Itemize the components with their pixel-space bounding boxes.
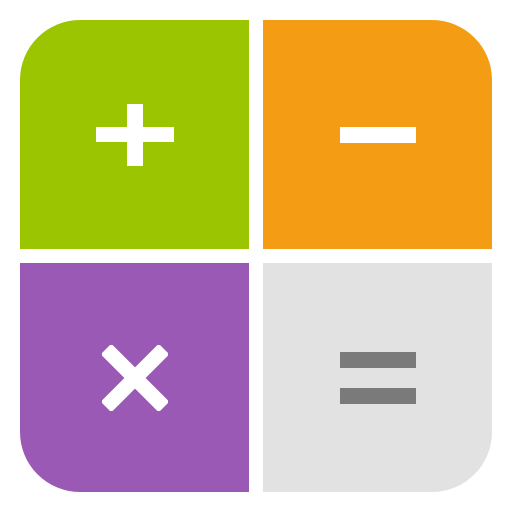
equals-bar-top <box>339 351 416 368</box>
calculator-app-icon[interactable] <box>20 20 492 492</box>
plus-icon <box>95 103 174 166</box>
equals-icon <box>339 351 416 404</box>
plus-bar-vertical <box>126 103 143 166</box>
tile-multiply <box>20 263 249 492</box>
tile-subtract <box>263 20 492 249</box>
minus-icon <box>339 126 416 143</box>
tile-add <box>20 20 249 249</box>
equals-bar-bottom <box>339 387 416 404</box>
multiply-icon <box>101 344 168 411</box>
minus-bar <box>339 126 416 143</box>
tile-equals <box>263 263 492 492</box>
